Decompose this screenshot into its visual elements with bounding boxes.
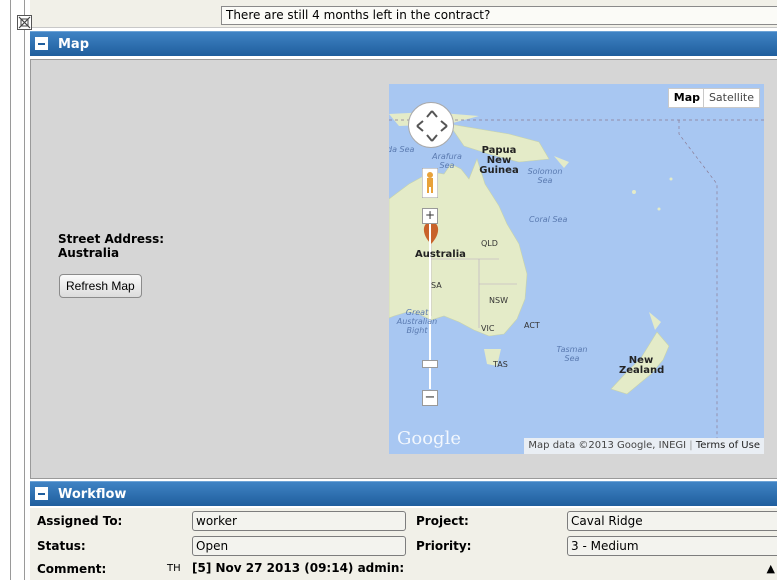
- place-label: NSW: [489, 296, 508, 305]
- place-label: Solomon Sea: [527, 167, 563, 185]
- workflow-row: Status: Open Priority: 3 - Medium: [30, 534, 777, 558]
- street-address-label: Street Address:: [58, 232, 165, 246]
- priority-field[interactable]: 3 - Medium: [567, 536, 777, 556]
- place-label: TAS: [493, 360, 508, 369]
- priority-label: Priority:: [416, 539, 472, 553]
- page-root: There are still 4 months left in the con…: [0, 0, 777, 580]
- street-address-value: Australia: [58, 246, 120, 260]
- top-strip: There are still 4 months left in the con…: [30, 0, 777, 28]
- place-label: ACT: [524, 321, 540, 330]
- place-label: Australia: [415, 249, 466, 260]
- status-label: Status:: [37, 539, 86, 553]
- workflow-section-header[interactable]: Workflow: [30, 481, 777, 506]
- status-field[interactable]: Open: [192, 536, 406, 556]
- close-icon[interactable]: [17, 15, 32, 30]
- comment-row: Comment: TH [5] Nov 27 2013 (09:14) admi…: [30, 558, 777, 580]
- comment-format-icon[interactable]: TH: [167, 563, 181, 574]
- workflow-panel: Assigned To: worker Project: Caval Ridge…: [30, 508, 777, 580]
- comment-label: Comment:: [37, 562, 107, 576]
- google-logo: Google: [397, 428, 461, 449]
- collapse-icon[interactable]: [35, 487, 48, 500]
- assigned-to-label: Assigned To:: [37, 514, 123, 528]
- comment-entry: [5] Nov 27 2013 (09:14) admin:: [192, 561, 405, 575]
- refresh-map-button[interactable]: Refresh Map: [59, 274, 142, 298]
- place-label: QLD: [481, 239, 498, 248]
- contract-question-field[interactable]: There are still 4 months left in the con…: [221, 6, 777, 25]
- map-panel: Street Address: Australia Refresh Map Ma…: [30, 59, 777, 479]
- place-label: Great Australian Bight: [396, 308, 438, 335]
- place-label: Papua New Guinea: [479, 145, 519, 176]
- attribution-text: Map data ©2013 Google, INEGI: [528, 440, 687, 451]
- map-attribution: Map data ©2013 Google, INEGI | Terms of …: [524, 438, 764, 454]
- pan-control[interactable]: [408, 102, 454, 148]
- place-label: Tasman Sea: [556, 345, 588, 363]
- zoom-in-button[interactable]: +: [422, 208, 438, 224]
- google-map[interactable]: Map Satellite + − da Sea Arafura Sea Pap…: [389, 84, 764, 454]
- place-label: New Zealand: [619, 355, 665, 376]
- place-label: VIC: [481, 324, 495, 333]
- left-rule: [10, 0, 11, 580]
- collapse-icon[interactable]: [35, 37, 48, 50]
- assigned-to-field[interactable]: worker: [192, 511, 406, 531]
- map-section-title: Map: [58, 37, 90, 52]
- place-label: SA: [431, 281, 442, 290]
- workflow-section-title: Workflow: [58, 487, 127, 502]
- zoom-slider-handle[interactable]: [422, 360, 438, 368]
- workflow-row: Assigned To: worker Project: Caval Ridge: [30, 509, 777, 533]
- terms-of-use-link[interactable]: Terms of Use: [696, 440, 760, 451]
- place-label: Arafura Sea: [432, 152, 462, 170]
- pegman-icon[interactable]: [421, 167, 439, 199]
- left-rule-2: [24, 0, 25, 580]
- project-label: Project:: [416, 514, 469, 528]
- map-type-satellite-button[interactable]: Satellite: [702, 88, 760, 108]
- place-label: da Sea: [389, 145, 415, 154]
- map-type-map-button[interactable]: Map: [667, 88, 706, 108]
- zoom-out-button[interactable]: −: [422, 390, 438, 406]
- scroll-up-icon[interactable]: ▲: [767, 562, 775, 575]
- map-section-header[interactable]: Map: [30, 31, 777, 56]
- place-label: Coral Sea: [529, 215, 568, 224]
- project-field[interactable]: Caval Ridge: [567, 511, 777, 531]
